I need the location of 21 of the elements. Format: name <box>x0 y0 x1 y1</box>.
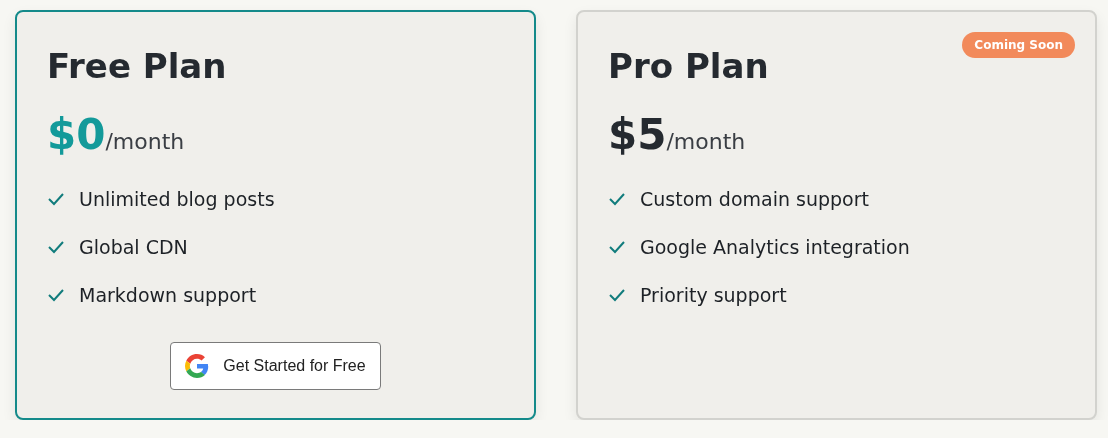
check-icon <box>608 288 626 302</box>
check-icon <box>47 192 65 206</box>
price-period: /month <box>666 129 746 154</box>
plan-title: Free Plan <box>47 45 227 88</box>
check-icon <box>608 192 626 206</box>
feature-text: Priority support <box>640 283 787 308</box>
price: $0 <box>47 110 106 159</box>
feature-text: Unlimited blog posts <box>79 187 275 212</box>
check-icon <box>47 288 65 302</box>
feature-text: Google Analytics integration <box>640 235 910 260</box>
check-icon <box>608 240 626 254</box>
get-started-button[interactable]: Get Started for Free <box>170 342 381 390</box>
feature-text: Markdown support <box>79 283 257 308</box>
status-badge: Coming Soon <box>962 32 1075 58</box>
price-period: /month <box>105 129 185 154</box>
feature-text: Global CDN <box>79 235 188 260</box>
google-logo-icon <box>185 354 210 378</box>
plan-title: Pro Plan <box>608 45 769 88</box>
feature-text: Custom domain support <box>640 187 869 212</box>
check-icon <box>47 240 65 254</box>
price: $5 <box>608 110 667 159</box>
